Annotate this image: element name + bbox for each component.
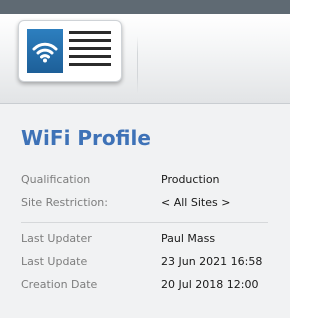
field-label: Last Update — [21, 255, 88, 268]
toolbar-divider — [137, 36, 138, 94]
detail-row-last-updater: Last Updater Paul Mass — [21, 231, 281, 247]
field-value: 20 Jul 2018 12:00 — [161, 278, 259, 291]
header-toolbar — [0, 14, 290, 104]
top-bar — [0, 0, 290, 14]
field-label: Qualification — [21, 173, 91, 186]
wifi-icon — [27, 29, 63, 73]
page-title: WiFi Profile — [21, 126, 151, 150]
detail-row-site-restriction: Site Restriction: < All Sites > — [21, 195, 281, 211]
field-value: < All Sites > — [161, 196, 231, 209]
section-divider — [21, 222, 268, 223]
field-value: 23 Jun 2021 16:58 — [161, 255, 263, 268]
detail-row-qualification: Qualification Production — [21, 172, 281, 188]
field-value: Production — [161, 173, 220, 186]
detail-row-last-update: Last Update 23 Jun 2021 16:58 — [21, 254, 281, 270]
detail-row-creation-date: Creation Date 20 Jul 2018 12:00 — [21, 277, 281, 293]
field-value: Paul Mass — [161, 232, 216, 245]
field-label: Last Updater — [21, 232, 92, 245]
field-label: Creation Date — [21, 278, 98, 291]
field-label: Site Restriction: — [21, 196, 108, 209]
wifi-profile-icon[interactable] — [18, 20, 122, 82]
document-lines-icon — [69, 30, 113, 72]
